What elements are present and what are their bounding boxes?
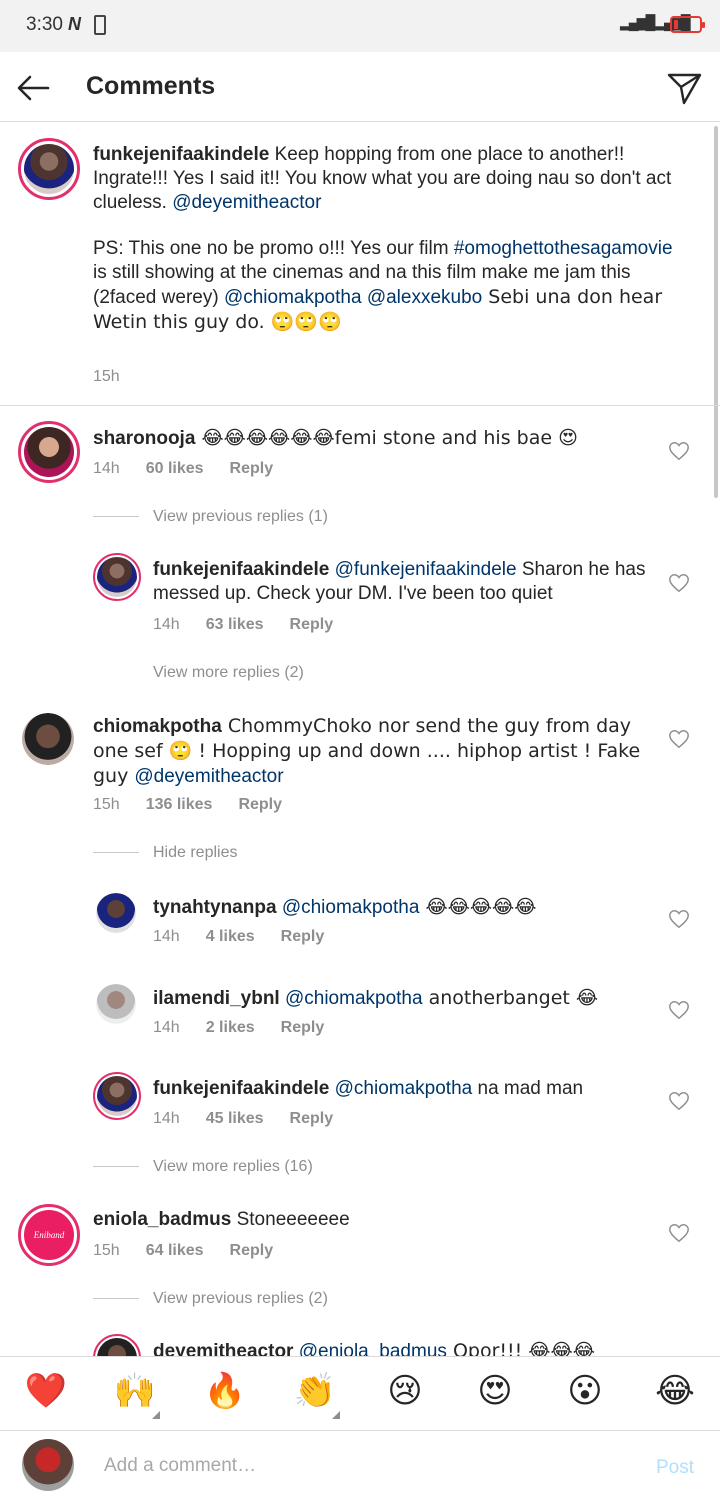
post-caption: funkejenifaakindele Keep hopping from on… (0, 122, 720, 406)
reply-button[interactable]: Reply (290, 1110, 334, 1128)
likes-count[interactable]: 63 likes (206, 616, 264, 634)
battery-saver-icon (94, 15, 106, 35)
mention-link[interactable]: @chiomakpotha (224, 287, 362, 308)
reply-text: tynahtynanpa @chiomakpotha 😂😂😂😂😂 (153, 896, 537, 918)
clapping-hands-emoji-icon[interactable]: 👏 (293, 1371, 337, 1411)
raising-hands-emoji-icon[interactable]: 🙌 (113, 1371, 157, 1411)
hide-replies[interactable]: Hide replies (93, 844, 237, 862)
reply-meta: 14h 2 likes Reply (153, 1019, 325, 1037)
avatar[interactable] (96, 984, 136, 1024)
skin-tone-indicator-icon (332, 1411, 340, 1419)
comment-composer: Add a comment… Post (0, 1430, 720, 1500)
heart-eyes-emoji-icon[interactable]: 😍 (473, 1371, 517, 1411)
avatar[interactable] (93, 1072, 141, 1120)
view-previous-replies[interactable]: View previous replies (1) (93, 508, 328, 526)
avatar[interactable] (22, 713, 74, 765)
reply-meta: 14h 4 likes Reply (153, 928, 325, 946)
view-more-replies[interactable]: View more replies (16) (93, 1158, 313, 1176)
reply-button[interactable]: Reply (230, 460, 274, 478)
mention-link[interactable]: @chiomakpotha (282, 897, 420, 918)
comment-input[interactable]: Add a comment… (104, 1455, 256, 1477)
avatar[interactable] (18, 421, 80, 483)
caption-ps-text: PS: This one no be promo o!!! Yes our fi… (93, 238, 673, 333)
reply-username[interactable]: funkejenifaakindele (153, 1078, 329, 1099)
crying-face-emoji-icon[interactable]: 😢 (383, 1371, 427, 1411)
reply-button[interactable]: Reply (281, 1019, 325, 1037)
quick-reactions-bar: ❤️ 🙌 🔥 👏 😢 😍 😮 😂 (0, 1356, 720, 1430)
avatar[interactable] (96, 893, 136, 933)
comment-text: eniola_badmus Stoneeeeeee (93, 1209, 350, 1230)
comment-meta: 15h 64 likes Reply (93, 1242, 274, 1260)
likes-count[interactable]: 4 likes (206, 928, 255, 946)
battery-icon (670, 16, 705, 33)
likes-count[interactable]: 64 likes (146, 1242, 204, 1260)
mention-link[interactable]: @chiomakpotha (285, 988, 423, 1009)
reply-button[interactable]: Reply (238, 796, 282, 814)
reply-text: funkejenifaakindele @chiomakpotha na mad… (153, 1078, 584, 1099)
likes-count[interactable]: 60 likes (146, 460, 204, 478)
reply-username[interactable]: ilamendi_ybnl (153, 988, 280, 1009)
avatar (22, 1439, 74, 1491)
reply-button[interactable]: Reply (230, 1242, 274, 1260)
comment-meta: 15h 136 likes Reply (93, 796, 283, 814)
likes-count[interactable]: 45 likes (206, 1110, 264, 1128)
heart-icon[interactable] (668, 440, 690, 462)
view-more-replies[interactable]: View more replies (2) (153, 664, 304, 682)
comment-username[interactable]: chiomakpotha (93, 716, 222, 737)
fire-emoji-icon[interactable]: 🔥 (203, 1371, 247, 1411)
header: Comments (0, 52, 720, 122)
paper-plane-icon[interactable] (664, 68, 704, 108)
avatar[interactable] (18, 138, 80, 200)
caption-username[interactable]: funkejenifaakindele (93, 144, 269, 165)
page-title: Comments (86, 72, 216, 100)
mention-link[interactable]: @deyemitheactor (172, 192, 321, 213)
tears-of-joy-emoji-icon[interactable]: 😂 (653, 1371, 697, 1411)
likes-count[interactable]: 2 likes (206, 1019, 255, 1037)
comment-username[interactable]: eniola_badmus (93, 1209, 231, 1230)
skin-tone-indicator-icon (152, 1411, 160, 1419)
reply-username[interactable]: tynahtynanpa (153, 897, 277, 918)
status-bar: 3:30 N ▂▄▆█ ▂▄▆█ (0, 0, 720, 52)
mention-link[interactable]: @chiomakpotha (335, 1078, 473, 1099)
mention-link[interactable]: @deyemitheactor (134, 766, 283, 787)
likes-count[interactable]: 136 likes (146, 796, 213, 814)
comment-text: chiomakpotha ChommyChoko nor send the gu… (93, 715, 641, 787)
reply-username[interactable]: funkejenifaakindele (153, 559, 329, 580)
reply-meta: 14h 45 likes Reply (153, 1110, 334, 1128)
status-time: 3:30 (26, 14, 63, 35)
comment-text: sharonooja 😂😂😂😂😂😂femi stone and his bae … (93, 427, 578, 449)
hashtag-link[interactable]: #omoghettothesagamovie (454, 238, 673, 259)
comment-username[interactable]: sharonooja (93, 428, 195, 449)
heart-icon[interactable] (668, 1090, 690, 1112)
heart-icon[interactable] (668, 1222, 690, 1244)
caption-time: 15h (93, 368, 120, 385)
heart-icon[interactable] (668, 999, 690, 1021)
mention-link[interactable]: @funkejenifaakindele (335, 559, 517, 580)
avatar[interactable]: Eniband (18, 1204, 80, 1266)
arrow-left-icon[interactable] (14, 68, 54, 108)
view-previous-replies[interactable]: View previous replies (2) (93, 1290, 328, 1308)
heart-icon[interactable] (668, 728, 690, 750)
reply-button[interactable]: Reply (290, 616, 334, 634)
nfc-icon: N (68, 14, 81, 34)
post-button[interactable]: Post (656, 1457, 694, 1479)
heart-icon[interactable] (668, 572, 690, 594)
reply-button[interactable]: Reply (281, 928, 325, 946)
mention-link[interactable]: @alexxekubo (367, 287, 482, 308)
reply-text: funkejenifaakindele @funkejenifaakindele… (153, 559, 646, 604)
reply-meta: 14h 63 likes Reply (153, 616, 334, 634)
surprised-face-emoji-icon[interactable]: 😮 (563, 1371, 607, 1411)
red-heart-emoji-icon[interactable]: ❤️ (24, 1371, 68, 1411)
heart-icon[interactable] (668, 908, 690, 930)
avatar[interactable] (93, 553, 141, 601)
caption-text: funkejenifaakindele Keep hopping from on… (93, 144, 672, 213)
comment-meta: 14h 60 likes Reply (93, 460, 274, 478)
reply-text: ilamendi_ybnl @chiomakpotha anotherbange… (153, 987, 599, 1009)
